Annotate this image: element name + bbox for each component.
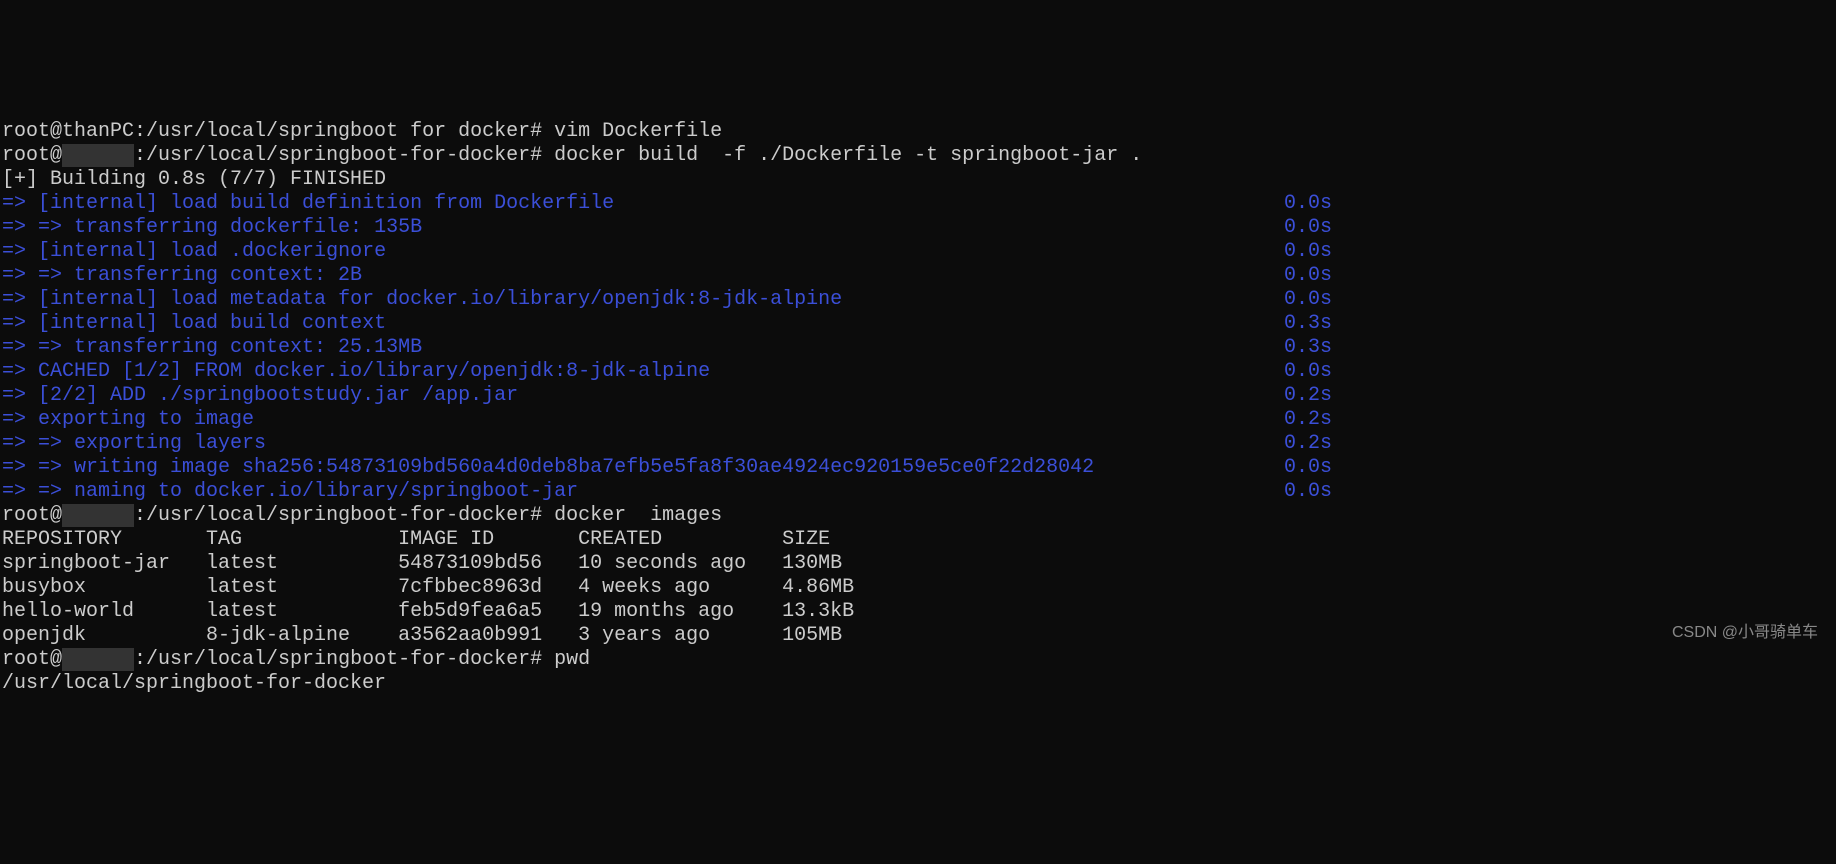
step-time: 0.0s bbox=[1284, 192, 1332, 216]
step-time: 0.0s bbox=[1284, 288, 1332, 312]
step-arrow: => bbox=[2, 192, 38, 215]
step-text: [internal] load metadata for docker.io/l… bbox=[38, 288, 842, 311]
step-time: 0.3s bbox=[1284, 312, 1332, 336]
step-text: transferring context: 2B bbox=[74, 264, 362, 287]
step-arrow: => bbox=[2, 240, 38, 263]
command-1: docker build -f ./Dockerfile -t springbo… bbox=[554, 144, 1142, 167]
step-text: CACHED [1/2] FROM docker.io/library/open… bbox=[38, 360, 710, 383]
step-arrow: => bbox=[2, 408, 38, 431]
build-step: => => writing image sha256:54873109bd560… bbox=[2, 456, 1332, 480]
step-text: transferring context: 25.13MB bbox=[74, 336, 422, 359]
pwd-output: /usr/local/springboot-for-docker bbox=[2, 672, 386, 695]
build-step: => => transferring context: 25.13MB 0.3s bbox=[2, 336, 1332, 360]
step-text: [internal] load build context bbox=[38, 312, 386, 335]
terminal[interactable]: root@thanPC:/usr/local/springboot for do… bbox=[0, 96, 1836, 696]
step-arrow: => => bbox=[2, 456, 74, 479]
step-time: 0.0s bbox=[1284, 456, 1332, 480]
prompt-2: root@ :/usr/local/springboot-for-docker# bbox=[2, 504, 554, 527]
step-arrow: => bbox=[2, 312, 38, 335]
step-text: transferring dockerfile: 135B bbox=[74, 216, 422, 239]
step-arrow: => => bbox=[2, 336, 74, 359]
build-step: => [internal] load build context 0.3s bbox=[2, 312, 1332, 336]
build-step: => => exporting layers 0.2s bbox=[2, 432, 1332, 456]
build-step: => => transferring dockerfile: 135B 0.0s bbox=[2, 216, 1332, 240]
step-arrow: => => bbox=[2, 480, 74, 503]
watermark: CSDN @小哥骑单车 bbox=[1672, 623, 1818, 642]
step-arrow: => bbox=[2, 360, 38, 383]
table-row: busybox latest 7cfbbec8963d 4 weeks ago … bbox=[2, 576, 854, 599]
step-time: 0.0s bbox=[1284, 360, 1332, 384]
table-row: springboot-jar latest 54873109bd56 10 se… bbox=[2, 552, 842, 575]
build-step: => [2/2] ADD ./springbootstudy.jar /app.… bbox=[2, 384, 1332, 408]
step-time: 0.2s bbox=[1284, 432, 1332, 456]
images-header: REPOSITORY TAG IMAGE ID CREATED SIZE bbox=[2, 528, 830, 551]
step-time: 0.2s bbox=[1284, 408, 1332, 432]
table-row: openjdk 8-jdk-alpine a3562aa0b991 3 year… bbox=[2, 624, 842, 647]
build-step: => [internal] load metadata for docker.i… bbox=[2, 288, 1332, 312]
step-time: 0.3s bbox=[1284, 336, 1332, 360]
command-2: docker images bbox=[554, 504, 722, 527]
step-arrow: => => bbox=[2, 432, 74, 455]
build-step: => => transferring context: 2B 0.0s bbox=[2, 264, 1332, 288]
build-summary: [+] Building 0.8s (7/7) FINISHED bbox=[2, 168, 386, 191]
step-text: [internal] load .dockerignore bbox=[38, 240, 386, 263]
step-time: 0.2s bbox=[1284, 384, 1332, 408]
prompt-1: root@ :/usr/local/springboot-for-docker# bbox=[2, 144, 554, 167]
build-step: => CACHED [1/2] FROM docker.io/library/o… bbox=[2, 360, 1332, 384]
step-text: writing image sha256:54873109bd560a4d0de… bbox=[74, 456, 1094, 479]
build-step: => [internal] load build definition from… bbox=[2, 192, 1332, 216]
build-step: => => naming to docker.io/library/spring… bbox=[2, 480, 1332, 504]
cut-line: root@thanPC:/usr/local/springboot for do… bbox=[2, 120, 722, 143]
step-text: exporting layers bbox=[74, 432, 266, 455]
table-row: hello-world latest feb5d9fea6a5 19 month… bbox=[2, 600, 854, 623]
build-step: => [internal] load .dockerignore 0.0s bbox=[2, 240, 1332, 264]
step-text: [2/2] ADD ./springbootstudy.jar /app.jar bbox=[38, 384, 518, 407]
step-time: 0.0s bbox=[1284, 216, 1332, 240]
build-step: => exporting to image 0.2s bbox=[2, 408, 1332, 432]
step-text: exporting to image bbox=[38, 408, 254, 431]
step-time: 0.0s bbox=[1284, 264, 1332, 288]
step-time: 0.0s bbox=[1284, 240, 1332, 264]
step-time: 0.0s bbox=[1284, 480, 1332, 504]
step-arrow: => => bbox=[2, 216, 74, 239]
step-arrow: => => bbox=[2, 264, 74, 287]
step-arrow: => bbox=[2, 288, 38, 311]
step-arrow: => bbox=[2, 384, 38, 407]
step-text: [internal] load build definition from Do… bbox=[38, 192, 614, 215]
step-text: naming to docker.io/library/springboot-j… bbox=[74, 480, 578, 503]
